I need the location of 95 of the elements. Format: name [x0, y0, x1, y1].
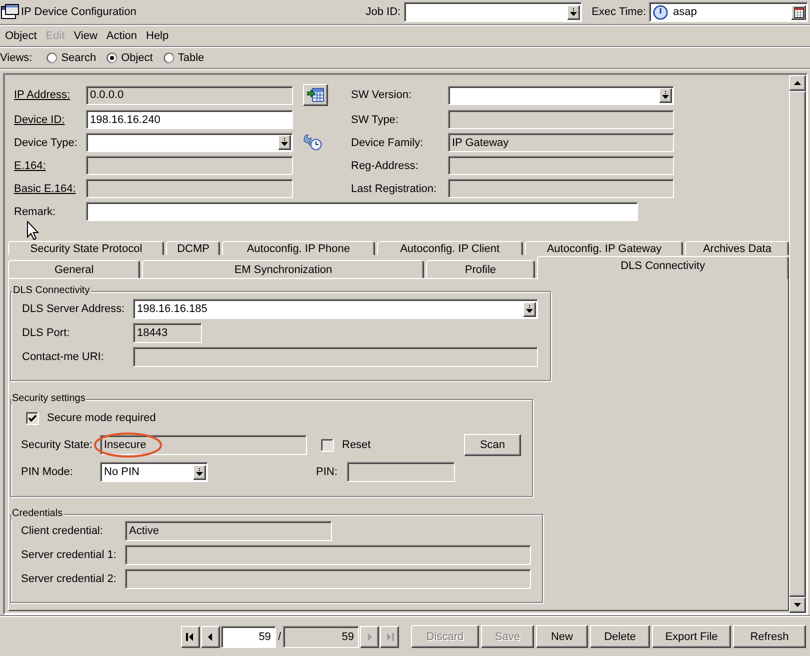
radio-label: Table	[178, 52, 204, 64]
field-label: PIN Mode:	[21, 466, 74, 478]
tab[interactable]: Autoconfig. IP Gateway	[525, 241, 684, 255]
scroll-down-button[interactable]	[789, 597, 806, 613]
text-field[interactable]	[86, 202, 638, 221]
readonly-field: IP Gateway	[448, 133, 674, 152]
field-label: IP Address:	[14, 89, 70, 101]
clock-icon	[653, 4, 668, 20]
table-arrow-icon	[307, 88, 324, 102]
field-label: Reg-Address:	[351, 160, 418, 172]
field-label: Device ID:	[14, 114, 65, 126]
tab[interactable]: DLS Connectivity	[536, 256, 789, 279]
checkbox[interactable]	[26, 412, 39, 424]
field-label: Remark:	[14, 206, 56, 218]
tab[interactable]: Security State Protocol	[8, 241, 164, 255]
field-label: E.164:	[14, 160, 46, 172]
radio-button[interactable]	[106, 52, 118, 64]
calendar-icon	[794, 6, 804, 18]
window-icon	[1, 4, 19, 20]
caret-up-icon	[794, 81, 801, 85]
exec-time-field[interactable]: asap	[649, 2, 808, 22]
calendar-button[interactable]	[791, 4, 806, 20]
last-page-icon	[386, 632, 394, 640]
dropdown-button[interactable]	[566, 4, 580, 20]
page-field[interactable]: 59	[220, 626, 276, 648]
radio-label: Search	[61, 52, 96, 64]
readonly-field: Active	[125, 521, 332, 541]
previous-icon	[206, 632, 214, 640]
field-label: Server credential 2:	[21, 573, 116, 585]
dropdown-button[interactable]	[523, 302, 536, 316]
checkbox-label: Secure mode required	[47, 412, 156, 424]
wrench-clock-icon	[303, 134, 322, 151]
field-label: DLS Port:	[22, 327, 70, 339]
dropdown-field[interactable]	[86, 133, 293, 152]
action-button[interactable]: New	[536, 625, 588, 648]
tab[interactable]: Profile	[426, 260, 535, 278]
mouse-pointer-icon	[27, 221, 39, 240]
nav-button[interactable]	[180, 626, 200, 648]
exec-time-label: Exec Time:	[592, 6, 646, 18]
radio-label: Object	[121, 52, 153, 64]
field-label: Basic E.164:	[14, 182, 76, 194]
next-icon	[366, 632, 374, 640]
readonly-field: 18443	[133, 323, 202, 343]
field-label: DLS Server Address:	[22, 303, 125, 315]
field-label: SW Version:	[351, 89, 412, 101]
views-label: Views:	[0, 52, 32, 64]
dropdown-field[interactable]: No PIN	[100, 462, 208, 482]
job-id-label: Job ID:	[366, 6, 401, 18]
tab[interactable]: General	[8, 260, 140, 278]
checkbox[interactable]	[321, 438, 334, 452]
menu-item[interactable]: Action	[101, 26, 141, 46]
readonly-field: 0.0.0.0	[86, 86, 293, 104]
field-label: Server credential 1:	[21, 549, 116, 561]
caret-down-icon	[794, 603, 801, 607]
window-title: IP Device Configuration	[21, 6, 138, 18]
dropdown-field[interactable]: 198.16.16.185	[133, 299, 538, 319]
radio-button[interactable]	[46, 52, 58, 64]
field-label: Security State:	[21, 439, 94, 451]
tab[interactable]: Autoconfig. IP Client	[376, 241, 524, 255]
dropdown-button[interactable]	[659, 88, 672, 102]
checkbox-label: Reset	[342, 439, 371, 451]
menu-item[interactable]: View	[68, 26, 102, 46]
text-field[interactable]: 198.16.16.240	[86, 110, 293, 129]
action-button[interactable]: Refresh	[733, 625, 806, 648]
menu-item[interactable]: Object	[0, 26, 41, 46]
nav-button[interactable]	[200, 626, 220, 648]
group-title: Credentials	[11, 508, 64, 520]
tab[interactable]: DCMP	[166, 241, 220, 255]
group-title: Security settings	[11, 393, 86, 405]
field-label: SW Type:	[351, 114, 398, 126]
field-label: PIN:	[316, 466, 338, 478]
action-button[interactable]: Export File	[652, 625, 731, 648]
field-label: Device Family:	[351, 136, 424, 148]
dropdown-field[interactable]	[404, 2, 582, 22]
tab[interactable]: Archives Data	[685, 241, 790, 255]
menu-item[interactable]: Help	[141, 26, 173, 46]
field-label: Device Type:	[14, 136, 78, 148]
first-page-icon	[186, 632, 194, 640]
field-label: Contact-me URI:	[22, 351, 104, 363]
scroll-up-button[interactable]	[789, 75, 806, 91]
tab[interactable]: EM Synchronization	[142, 260, 424, 278]
action-button[interactable]: Delete	[590, 625, 650, 648]
field-label: Client credential:	[21, 525, 103, 537]
page-count-field: 59	[283, 626, 359, 648]
group-title: DLS Connectivity	[12, 285, 91, 297]
dropdown-button[interactable]	[278, 135, 291, 150]
dropdown-button[interactable]	[193, 464, 206, 480]
radio-button[interactable]	[162, 52, 175, 64]
readonly-field: Insecure	[100, 435, 307, 455]
scan-button[interactable]: Scan	[464, 434, 521, 456]
page-separator: /	[278, 630, 281, 642]
tab[interactable]: Autoconfig. IP Phone	[222, 241, 375, 255]
field-label: Last Registration:	[351, 182, 437, 194]
dropdown-field[interactable]	[448, 86, 674, 104]
table-button[interactable]	[303, 84, 328, 106]
